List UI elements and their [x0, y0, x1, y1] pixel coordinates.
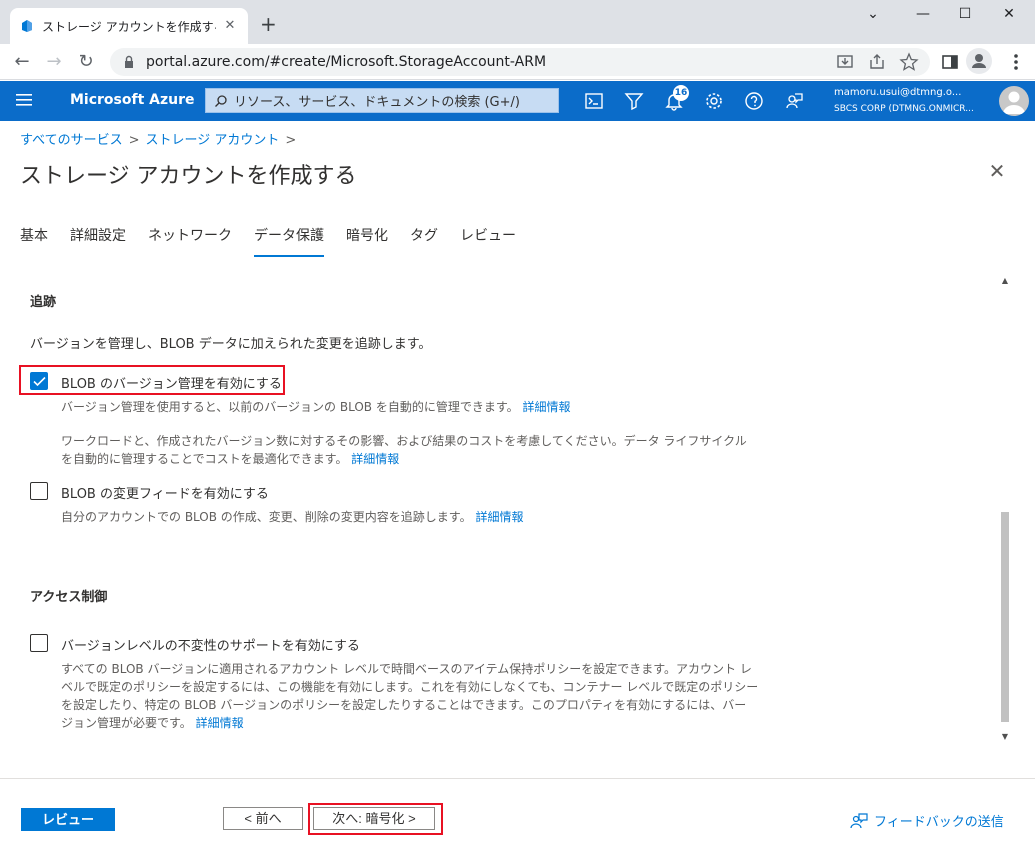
more-options-icon[interactable]: ··· — [338, 163, 353, 182]
new-tab-button[interactable]: + — [260, 14, 277, 34]
immutability-help-line4: ジョン管理が必要です。 詳細情報 — [61, 714, 244, 731]
breadcrumb-separator: > — [128, 133, 140, 148]
settings-gear-icon[interactable] — [703, 90, 725, 112]
tab-tags[interactable]: タグ — [410, 225, 438, 257]
versioning-checkbox[interactable] — [30, 372, 48, 390]
change-feed-checkbox[interactable] — [30, 482, 48, 500]
storage-favicon-icon — [22, 20, 32, 32]
tab-networking[interactable]: ネットワーク — [148, 225, 232, 257]
tracking-description: バージョンを管理し、BLOB データに加えられた変更を追跡します。 — [30, 337, 432, 352]
change-feed-label[interactable]: BLOB の変更フィードを有効にする — [61, 483, 269, 502]
versioning-help: バージョン管理を使用すると、以前のバージョンの BLOB を自動的に管理できます… — [61, 398, 570, 415]
browser-tab[interactable]: ストレージ アカウントを作成する - Mic ✕ — [10, 8, 248, 44]
bookmark-star-icon[interactable] — [898, 51, 920, 73]
search-icon — [215, 94, 227, 107]
change-feed-help: 自分のアカウントでの BLOB の作成、変更、削除の変更内容を追跡します。 詳細… — [61, 508, 523, 525]
versioning-help-text: バージョン管理を使用すると、以前のバージョンの BLOB を自動的に管理できます… — [61, 400, 519, 414]
breadcrumb-separator: > — [285, 133, 297, 148]
profile-avatar[interactable] — [966, 48, 992, 74]
scroll-up-icon[interactable]: ▲ — [1000, 276, 1010, 286]
versioning-label[interactable]: BLOB のバージョン管理を有効にする — [61, 373, 282, 392]
immutability-learn-more-link[interactable]: 詳細情報 — [196, 716, 244, 730]
breadcrumb-storage-accounts[interactable]: ストレージ アカウント — [145, 133, 279, 148]
send-feedback-link[interactable]: フィードバックの送信 — [850, 811, 1004, 830]
tab-basics[interactable]: 基本 — [20, 225, 48, 257]
reload-icon[interactable]: ↻ — [74, 50, 98, 74]
global-search-input[interactable]: リソース、サービス、ドキュメントの検索 (G+/) — [205, 88, 559, 113]
browser-titlebar: ストレージ アカウントを作成する - Mic ✕ + ⌄ — ☐ ✕ — [0, 0, 1035, 44]
help-icon[interactable] — [743, 90, 765, 112]
workload-help-line2: を自動的に管理することでコストを最適化できます。 詳細情報 — [61, 450, 399, 467]
immutability-help-text: ジョン管理が必要です。 — [61, 716, 192, 730]
change-feed-learn-more-link[interactable]: 詳細情報 — [475, 510, 523, 524]
immutability-checkbox[interactable] — [30, 634, 48, 652]
checkmark-icon — [33, 376, 46, 387]
tab-review[interactable]: レビュー — [460, 225, 516, 257]
install-icon[interactable] — [834, 51, 856, 73]
review-button[interactable]: レビュー — [21, 808, 115, 831]
immutability-help-line3: を設定したり、特定の BLOB バージョンのポリシーを設定したりすることはできま… — [61, 698, 747, 712]
profile-icon — [972, 54, 986, 68]
lock-icon — [125, 55, 133, 68]
feedback-icon[interactable] — [783, 90, 805, 112]
tab-encryption[interactable]: 暗号化 — [346, 225, 388, 257]
side-panel-icon[interactable] — [938, 50, 962, 74]
window-close-button[interactable]: ✕ — [994, 6, 1024, 26]
address-bar-row: ← → ↻ portal.azure.com/#create/Microsoft… — [0, 44, 1035, 80]
wizard-tabs: 基本 詳細設定 ネットワーク データ保護 暗号化 タグ レビュー — [20, 225, 538, 257]
previous-button[interactable]: < 前へ — [223, 807, 303, 830]
search-placeholder: リソース、サービス、ドキュメントの検索 (G+/) — [234, 95, 520, 110]
share-icon[interactable] — [866, 51, 888, 73]
tab-search-icon[interactable]: ⌄ — [858, 6, 888, 26]
immutability-label[interactable]: バージョンレベルの不変性のサポートを有効にする — [61, 635, 360, 654]
next-encryption-button[interactable]: 次へ: 暗号化 > — [313, 807, 435, 830]
forward-arrow-icon[interactable]: → — [42, 50, 66, 74]
scroll-down-icon[interactable]: ▼ — [1000, 732, 1010, 742]
user-org[interactable]: SBCS CORP (DTMNG.ONMICR... — [834, 104, 989, 114]
scrollbar-thumb[interactable] — [1001, 512, 1009, 722]
hamburger-menu-icon[interactable] — [16, 93, 32, 107]
tracking-section-title: 追跡 — [30, 295, 57, 310]
content-scrollbar[interactable]: ▲ ▼ — [998, 272, 1012, 748]
breadcrumb-all-services[interactable]: すべてのサービス — [20, 133, 123, 148]
tab-title: ストレージ アカウントを作成する - Mic — [42, 19, 216, 34]
access-control-section-title: アクセス制御 — [30, 590, 108, 605]
user-name[interactable]: mamoru.usui@dtmng.o... — [834, 87, 989, 98]
omnibox[interactable]: portal.azure.com/#create/Microsoft.Stora… — [110, 48, 930, 76]
back-arrow-icon[interactable]: ← — [10, 50, 34, 74]
directory-filter-icon[interactable] — [623, 90, 645, 112]
breadcrumb: すべてのサービス > ストレージ アカウント > — [20, 129, 302, 148]
immutability-help-line1: すべての BLOB バージョンに適用されるアカウント レベルで時間ベースのアイテ… — [61, 662, 752, 676]
user-avatar[interactable] — [999, 86, 1029, 116]
notification-count-badge: 16 — [673, 85, 689, 101]
workload-help-text: を自動的に管理することでコストを最適化できます。 — [61, 452, 348, 466]
tab-advanced[interactable]: 詳細設定 — [70, 225, 126, 257]
change-feed-help-text: 自分のアカウントでの BLOB の作成、変更、削除の変更内容を追跡します。 — [61, 510, 472, 524]
page-title: ストレージ アカウントを作成する — [20, 164, 357, 189]
maximize-button[interactable]: ☐ — [950, 6, 980, 26]
workload-help-line1: ワークロードと、作成されたバージョン数に対するその影響、および結果のコストを考慮… — [61, 434, 747, 448]
tab-data-protection[interactable]: データ保護 — [254, 225, 324, 257]
feedback-person-icon — [850, 812, 868, 828]
send-feedback-label: フィードバックの送信 — [874, 815, 1004, 830]
minimize-button[interactable]: — — [908, 6, 938, 26]
immutability-help-line2: ベルで既定のポリシーを設定するには、この機能を有効にします。これを有効にしなくて… — [61, 680, 759, 694]
cloud-shell-icon[interactable] — [583, 90, 605, 112]
close-blade-icon[interactable]: ✕ — [986, 160, 1008, 182]
tab-close-icon[interactable]: ✕ — [222, 18, 238, 34]
url-text: portal.azure.com/#create/Microsoft.Stora… — [146, 54, 547, 70]
menu-kebab-icon[interactable] — [1004, 50, 1028, 74]
user-avatar-icon — [1003, 91, 1025, 114]
workload-learn-more-link[interactable]: 詳細情報 — [351, 452, 399, 466]
versioning-learn-more-link[interactable]: 詳細情報 — [522, 400, 570, 414]
azure-brand[interactable]: Microsoft Azure — [70, 92, 195, 108]
